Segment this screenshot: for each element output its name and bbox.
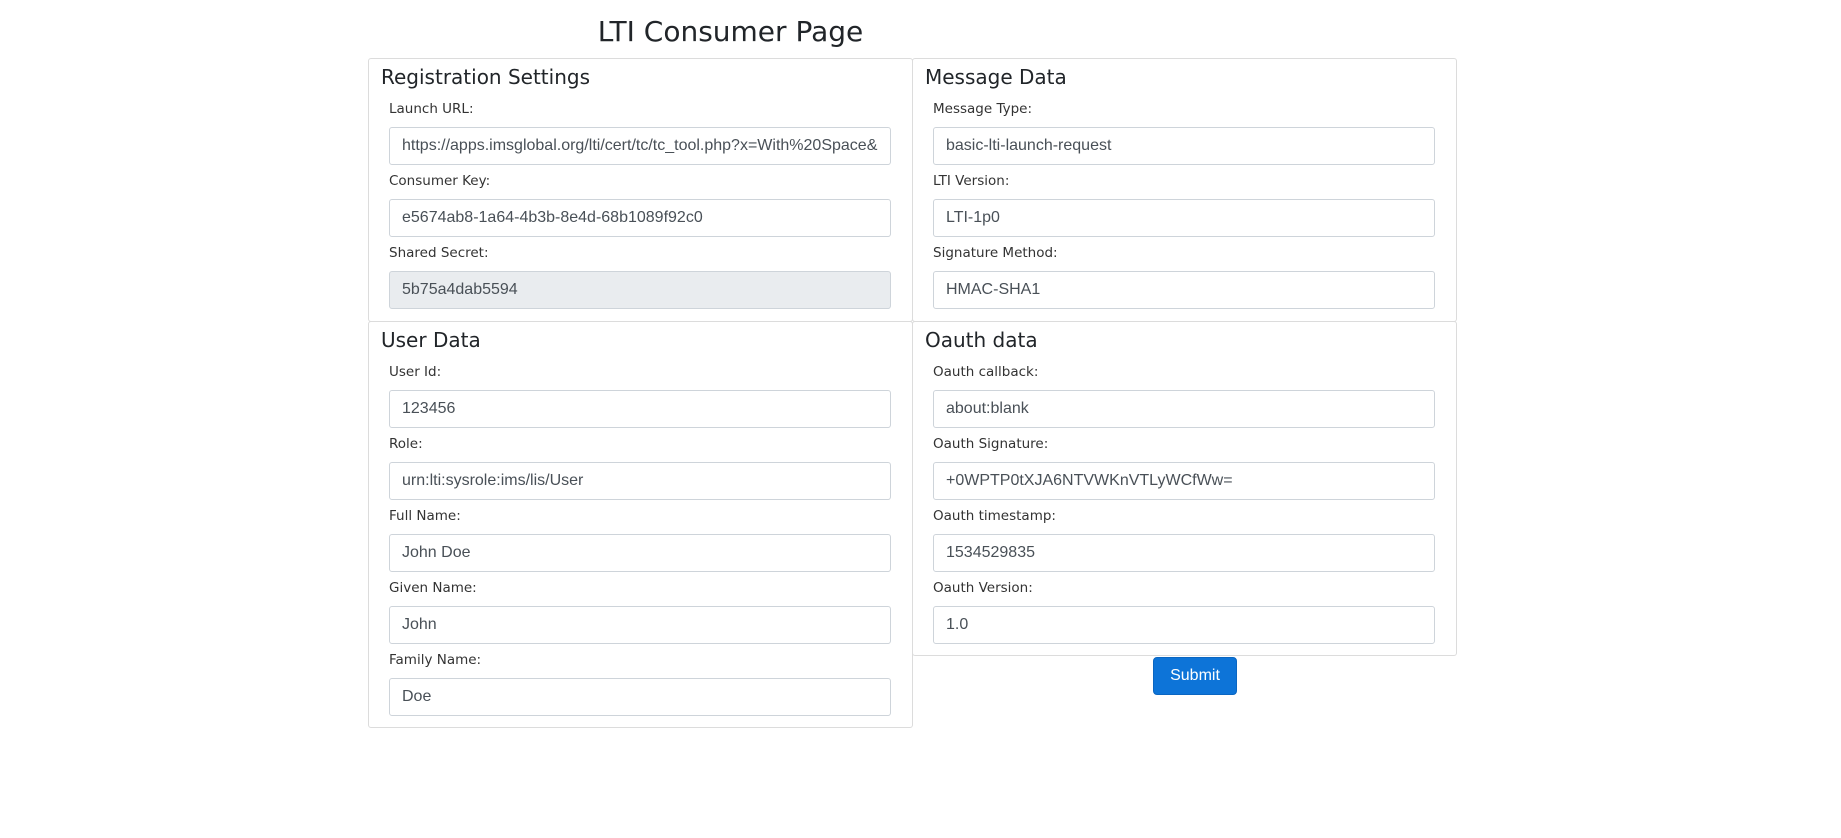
family-name-input[interactable]: [389, 678, 891, 716]
signature-method-label: Signature Method:: [933, 245, 1058, 261]
oauth-callback-label: Oauth callback:: [933, 364, 1039, 380]
submit-button[interactable]: Submit: [1153, 657, 1237, 695]
registration-settings-title: Registration Settings: [381, 65, 590, 89]
oauth-signature-label: Oauth Signature:: [933, 436, 1049, 452]
given-name-label: Given Name:: [389, 580, 477, 596]
user-id-input[interactable]: [389, 390, 891, 428]
oauth-data-title: Oauth data: [925, 328, 1038, 352]
oauth-timestamp-input[interactable]: [933, 534, 1435, 572]
oauth-data-panel: Oauth data Oauth callback: Oauth Signatu…: [912, 321, 1457, 656]
family-name-label: Family Name:: [389, 652, 482, 668]
message-type-input[interactable]: [933, 127, 1435, 165]
user-data-panel: User Data User Id: Role: Full Name: Give…: [368, 321, 913, 728]
consumer-key-label: Consumer Key:: [389, 173, 491, 189]
lti-version-label: LTI Version:: [933, 173, 1010, 189]
role-input[interactable]: [389, 462, 891, 500]
full-name-label: Full Name:: [389, 508, 461, 524]
launch-url-label: Launch URL:: [389, 101, 474, 117]
user-data-title: User Data: [381, 328, 481, 352]
oauth-version-label: Oauth Version:: [933, 580, 1033, 596]
given-name-input[interactable]: [389, 606, 891, 644]
message-data-panel: Message Data Message Type: LTI Version: …: [912, 58, 1457, 322]
oauth-timestamp-label: Oauth timestamp:: [933, 508, 1056, 524]
message-type-label: Message Type:: [933, 101, 1033, 117]
oauth-signature-input[interactable]: [933, 462, 1435, 500]
page-title: LTI Consumer Page: [597, 15, 864, 48]
shared-secret-input: [389, 271, 891, 309]
role-label: Role:: [389, 436, 423, 452]
oauth-callback-input[interactable]: [933, 390, 1435, 428]
signature-method-input[interactable]: [933, 271, 1435, 309]
shared-secret-label: Shared Secret:: [389, 245, 489, 261]
full-name-input[interactable]: [389, 534, 891, 572]
oauth-version-input[interactable]: [933, 606, 1435, 644]
message-data-title: Message Data: [925, 65, 1067, 89]
registration-settings-panel: Registration Settings Launch URL: Consum…: [368, 58, 913, 322]
lti-version-input[interactable]: [933, 199, 1435, 237]
user-id-label: User Id:: [389, 364, 442, 380]
consumer-key-input[interactable]: [389, 199, 891, 237]
launch-url-input[interactable]: [389, 127, 891, 165]
